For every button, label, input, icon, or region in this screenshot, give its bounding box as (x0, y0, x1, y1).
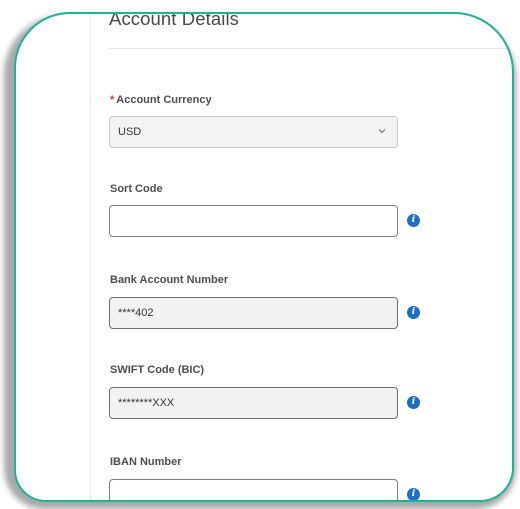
required-marker: * (110, 94, 115, 106)
account-currency-label: * Account Currency (110, 94, 212, 106)
account-currency-label-text: Account Currency (116, 94, 212, 106)
sort-code-info-icon[interactable]: i (407, 214, 420, 227)
iban-number-label: IBAN Number (110, 456, 182, 468)
swift-code-label: SWIFT Code (BIC) (110, 364, 205, 376)
account-currency-value: USD (118, 126, 142, 138)
screenshot-stage: Account Details * Account Currency USD So… (0, 0, 520, 509)
bank-account-number-value: ****402 (118, 307, 154, 319)
form-panel: Account Details * Account Currency USD So… (90, 12, 512, 500)
swift-code-value: ********XXX (118, 397, 175, 409)
section-title: Account Details (109, 12, 240, 29)
chevron-down-icon (378, 129, 386, 134)
swift-code-input[interactable]: ********XXX (109, 387, 398, 419)
iban-number-info-icon[interactable]: i (407, 488, 420, 500)
account-details-card: Account Details * Account Currency USD So… (14, 12, 514, 502)
bank-account-number-info-icon[interactable]: i (407, 306, 420, 319)
bank-account-number-label: Bank Account Number (110, 274, 229, 286)
iban-number-input[interactable] (109, 479, 398, 500)
bank-account-number-input[interactable]: ****402 (109, 297, 398, 329)
section-divider (109, 48, 512, 49)
account-currency-select[interactable]: USD (109, 116, 398, 148)
sort-code-input[interactable] (109, 205, 398, 237)
sort-code-label: Sort Code (110, 183, 163, 195)
swift-code-info-icon[interactable]: i (407, 396, 420, 409)
